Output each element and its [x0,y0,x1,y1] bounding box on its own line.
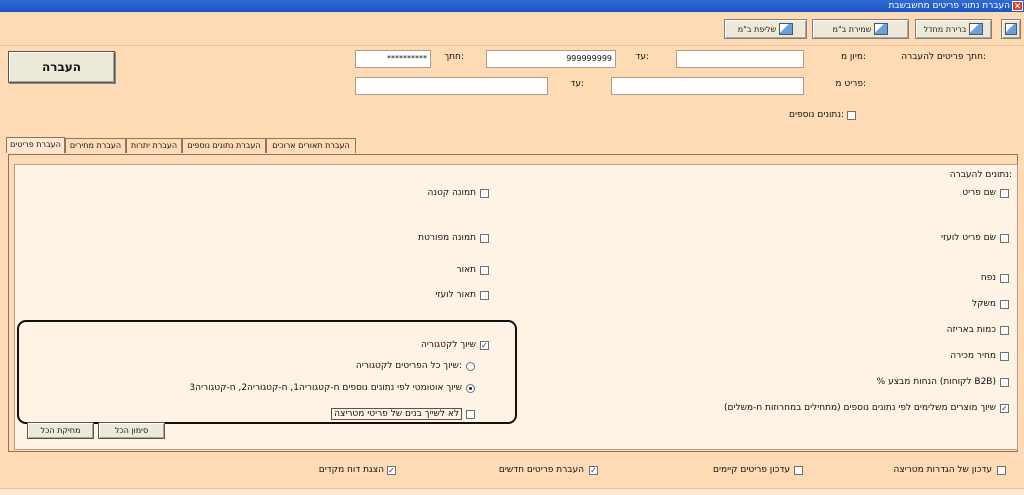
option-description-checkbox[interactable] [480,266,489,275]
default-button[interactable]: ברירת מחדל [915,19,992,39]
status-bar [0,488,1024,495]
option-sale-price-label: מחיר מכירה [950,351,996,361]
option-item-name-label: שם פריט [962,188,996,198]
cut-label: חתך: [444,52,464,62]
option-volume-checkbox[interactable] [1000,274,1009,283]
tab-prices[interactable]: העברת מחירים [65,138,126,153]
update-existing-items-checkbox[interactable] [794,466,803,475]
sort-to-label: עד: [635,52,649,62]
update-existing-items-label: עדכון פריטים קיימים [713,465,790,475]
load-params-label: שליפת ב"מ [737,24,777,34]
form-icon [969,23,984,35]
tab-long-descriptions[interactable]: העברת תאורים ארוכים [266,138,356,153]
option-pack-qty-label: כמות באריזה [946,325,996,335]
title-bar: העברת נתוני פריטים מחשבשבת ✕ [0,0,1024,12]
transfer-button[interactable]: העברה [8,51,115,83]
close-icon[interactable]: ✕ [1012,1,1023,12]
sort-from-field[interactable] [676,50,804,68]
default-button-label: ברירת מחדל [923,24,967,34]
tab-additional-data[interactable]: העברת נתונים נוספים [182,138,266,153]
preview-report-label: הצגת דוח מקדים [318,465,384,475]
item-from-label: פריט מ: [835,79,866,89]
clear-all-button[interactable]: מחיקת הכל [27,422,94,439]
no-matrix-children-label: לא לשייך בנים של פריטי מטריצה [331,408,462,420]
option-detailed-image-label: תמונה מפורטת [418,233,476,243]
option-weight-label: משקל [972,299,996,309]
update-matrix-settings-checkbox[interactable] [997,466,1006,475]
option-sale-price-checkbox[interactable] [1000,352,1009,361]
radio-all-to-category[interactable] [466,362,475,371]
option-discount-checkbox[interactable] [1000,378,1009,387]
radio-all-to-category-label: שיוך כל הפריטים לקטגוריה: [355,361,462,371]
option-description-label: תאור [456,265,476,275]
select-all-button[interactable]: סימון הכל [98,422,165,439]
radio-auto-category-label: שיוך אוטומטי לפי נתונים נוספים ח-קטגוריה… [189,383,462,393]
transfer-new-items-label: העברת פריטים חדשים [498,465,584,475]
load-params-button[interactable]: שליפת ב"מ [724,19,807,39]
option-item-foreign-name-checkbox[interactable] [1000,234,1009,243]
additional-data-checkbox[interactable] [847,111,856,120]
tab-balances[interactable]: העברת יתרות [126,138,182,153]
assign-category-label: שיוך לקטגוריה [420,340,476,350]
exit-button[interactable] [1001,19,1021,39]
option-complementary-checkbox[interactable]: ✓ [1000,404,1009,413]
radio-auto-category[interactable] [466,384,475,393]
filter-label: חתך פריטים להעברה: [901,52,986,62]
option-foreign-description-checkbox[interactable] [480,291,489,300]
transfer-new-items-checkbox[interactable]: ✓ [589,466,598,475]
toolbar: ברירת מחדל שמירת ב"מ שליפת ב"מ [0,12,1024,46]
option-foreign-description-label: תאור לועזי [435,290,476,300]
window-title: העברת נתוני פריטים מחשבשבת [888,1,1010,11]
item-to-field[interactable] [355,77,548,95]
sort-to-field[interactable]: 999999999 [486,50,616,68]
option-item-foreign-name-label: שם פריט לועזי [941,233,996,243]
option-pack-qty-checkbox[interactable] [1000,326,1009,335]
save-params-label: שמירת ב"מ [832,24,872,34]
door-exit-icon [1005,23,1017,35]
assign-category-checkbox[interactable]: ✓ [480,341,489,350]
update-matrix-settings-label: עדכון של הגדרות מטריצה [893,465,993,475]
tab-strip: העברת פריטים העברת מחירים העברת יתרות הע… [0,137,1024,154]
cut-field[interactable]: ********** [355,50,431,68]
option-discount-label: % הנחות מבצע (לקוחות B2B) [876,377,996,387]
option-volume-label: נפח [980,273,996,283]
save-params-button[interactable]: שמירת ב"מ [812,19,909,39]
additional-data-label: נתונים נוספים: [789,110,844,120]
option-small-image-label: תמונה קטנה [427,188,476,198]
section-title: נתונים להעברה: [949,170,1012,180]
option-detailed-image-checkbox[interactable] [480,234,489,243]
tab-items[interactable]: העברת פריטים [6,137,65,153]
save-icon [874,23,889,35]
option-weight-checkbox[interactable] [1000,300,1009,309]
option-small-image-checkbox[interactable] [480,189,489,198]
sort-from-label: מיון מ: [840,52,866,62]
preview-report-checkbox[interactable]: ✓ [387,466,396,475]
no-matrix-children-checkbox[interactable] [466,410,475,419]
load-icon [779,23,794,35]
item-to-label: עד: [570,79,584,89]
item-from-field[interactable] [611,77,804,95]
option-complementary-label: שיוך מוצרים משלימים לפי נתונים נוספים (מ… [723,403,996,413]
option-item-name-checkbox[interactable] [1000,189,1009,198]
